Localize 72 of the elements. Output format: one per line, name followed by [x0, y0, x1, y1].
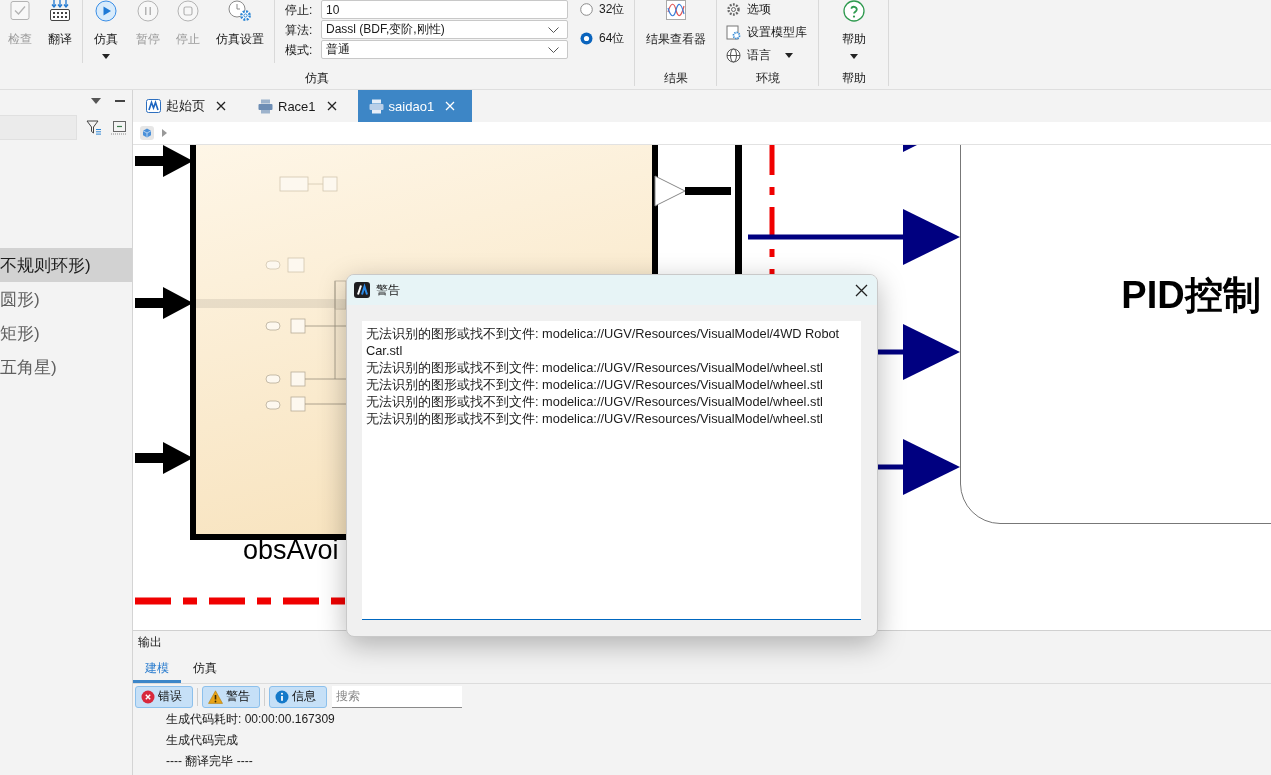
panel-tab[interactable]: 建模 [133, 653, 181, 683]
cube-icon[interactable] [140, 126, 154, 140]
chevron-icon [548, 46, 559, 53]
error-icon [141, 689, 155, 704]
tree-item[interactable]: 五角星) [0, 350, 132, 384]
tree-item[interactable]: 不规则环形) [0, 248, 132, 282]
group-label: 环境 [755, 70, 780, 86]
ribbon-button[interactable]: 仿真设置 [208, 0, 272, 64]
dropdown[interactable]: Dassl (BDF,变阶,刚性) [321, 20, 568, 39]
radio-option[interactable]: 32位 [580, 0, 625, 18]
panel-title: 输出 [138, 634, 162, 650]
ribbon-button[interactable]: 语言 [726, 46, 807, 65]
arrow-connector [135, 442, 193, 474]
gear-panel-icon [726, 25, 741, 40]
field-label: 模式: [285, 41, 313, 58]
block-label: PID控制 [1121, 274, 1261, 316]
arrow-tip [903, 145, 917, 152]
ribbon-button[interactable]: 结果查看器 [635, 0, 716, 64]
block-label: obsAvoi [243, 535, 339, 565]
dialog-title: 警告 [376, 282, 400, 298]
dropdown-caret-icon[interactable] [91, 98, 101, 104]
panel-tab[interactable]: 仿真 [181, 653, 229, 683]
log-line: 生成代码耗时: 00:00:00.167309 [166, 711, 335, 728]
app-logo-icon [354, 282, 370, 298]
ribbon-button[interactable]: 翻译 [40, 0, 80, 64]
group-label: 帮助 [841, 70, 866, 86]
input-field[interactable]: 10 [321, 0, 568, 19]
document-tab[interactable]: Race1 [247, 90, 354, 122]
message-line: 无法识别的图形或找不到文件: modelica://UGV/Resources/VisualModel/4WD Robot Car.stl [366, 325, 841, 359]
group-label: 仿真 [305, 70, 329, 86]
message-line: 无法识别的图形或找不到文件: modelica://UGV/Resources/VisualModel/wheel.stl [366, 359, 823, 376]
filter-button[interactable]: 信息 [269, 685, 327, 708]
printer-icon [258, 98, 273, 114]
field-label: 算法: [285, 21, 313, 38]
field-label: 停止: [285, 1, 313, 18]
filter-button[interactable]: 警告 [202, 685, 260, 708]
minus-box-icon[interactable] [111, 120, 126, 135]
radio-option[interactable]: 64位 [580, 29, 625, 47]
dropdown[interactable]: 普通 [321, 40, 568, 59]
message-line: 无法识别的图形或找不到文件: modelica://UGV/Resources/VisualModel/wheel.stl [366, 393, 823, 410]
globe-icon [726, 48, 741, 63]
printer-icon [368, 98, 384, 114]
document-tab[interactable]: saidao1 [357, 90, 473, 122]
log-line: ---- 翻译完毕 ---- [166, 753, 253, 770]
message-line: 无法识别的图形或找不到文件: modelica://UGV/Resources/VisualModel/wheel.stl [366, 376, 823, 393]
logo-icon [146, 99, 161, 113]
play-icon [95, 0, 117, 22]
arrow-connector [135, 287, 193, 319]
message-area[interactable] [362, 321, 861, 620]
log-line: 生成代码完成 [166, 732, 238, 749]
warning-icon [208, 689, 223, 704]
gear-icon [726, 2, 741, 17]
info-icon [275, 689, 289, 704]
close-icon[interactable] [216, 101, 226, 111]
tree-item[interactable]: 圆形) [0, 282, 132, 316]
document-tab[interactable]: 起始页 [135, 90, 243, 122]
ribbon-button[interactable]: 帮助 [819, 0, 888, 64]
ribbon-button[interactable]: 仿真 [85, 0, 127, 64]
close-icon[interactable] [855, 283, 868, 297]
arrow-connector [135, 145, 193, 177]
chevron-icon [548, 26, 559, 33]
filter-button[interactable]: 错误 [135, 685, 193, 708]
ribbon-button[interactable]: 选项 [726, 0, 807, 19]
group-label: 结果 [663, 70, 688, 86]
expand-arrow-icon[interactable] [162, 129, 167, 137]
filter-icon[interactable] [86, 120, 101, 135]
message-line: 无法识别的图形或找不到文件: modelica://UGV/Resources/VisualModel/wheel.stl [366, 410, 823, 427]
tree-item[interactable]: 矩形) [0, 316, 132, 350]
search-field[interactable]: 搜索 [332, 685, 462, 708]
output-port [654, 175, 686, 207]
ribbon-button[interactable]: 设置模型库 [726, 23, 807, 42]
close-icon[interactable] [326, 101, 337, 111]
